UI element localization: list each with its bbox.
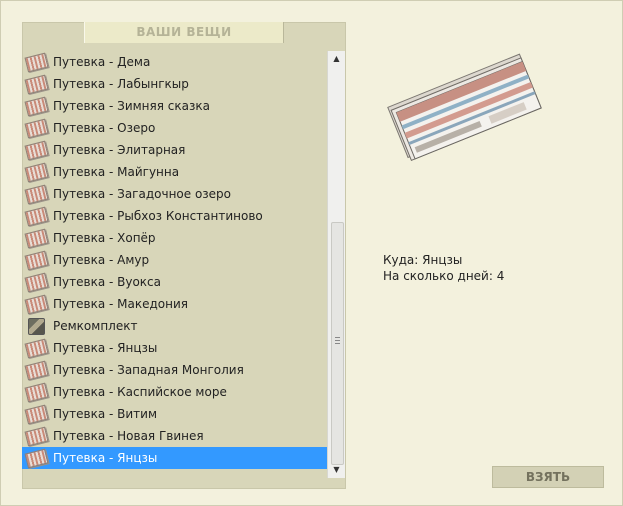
ticket-icon	[24, 96, 49, 117]
inventory-list: Путевка - Дема Путевка - Лабынгкыр Путевка…	[22, 51, 327, 471]
ticket-icon	[24, 250, 49, 271]
list-item-label: Ремкомплект	[53, 319, 138, 333]
ticket-icon	[24, 140, 49, 161]
list-item-label: Путевка - Янцзы	[53, 451, 158, 465]
list-item[interactable]: Путевка - Озеро	[22, 117, 327, 139]
ticket-icon	[24, 338, 49, 359]
list-item-label: Путевка - Озеро	[53, 121, 156, 135]
ticket-icon	[24, 294, 49, 315]
list-item-label: Путевка - Рыбхоз Константиново	[53, 209, 263, 223]
list-item[interactable]: Путевка - Майгунна	[22, 161, 327, 183]
ticket-icon	[24, 206, 49, 227]
list-item[interactable]: Ремкомплект	[22, 315, 327, 337]
list-item-label: Путевка - Македония	[53, 297, 188, 311]
list-item-label: Путевка - Загадочное озеро	[53, 187, 232, 201]
list-item[interactable]: Путевка - Новая Гвинея	[22, 425, 327, 447]
ticket-icon	[24, 162, 49, 183]
days-label: На сколько дней: 4	[383, 269, 505, 283]
list-item-label: Путевка - Майгунна	[53, 165, 180, 179]
ticket-icon	[24, 74, 49, 95]
list-item[interactable]: Путевка - Зимняя сказка	[22, 95, 327, 117]
list-item[interactable]: Путевка - Македония	[22, 293, 327, 315]
list-item[interactable]: Путевка - Витим	[22, 403, 327, 425]
list-item-label: Путевка - Витим	[53, 407, 158, 421]
list-item-label: Путевка - Зимняя сказка	[53, 99, 210, 113]
list-item[interactable]: Путевка - Янцзы	[22, 447, 327, 469]
list-item[interactable]: Путевка - Элитарная	[22, 139, 327, 161]
inventory-scrollbar[interactable]: ▲ ▼	[327, 51, 345, 478]
list-item-label: Путевка - Янцзы	[53, 341, 158, 355]
list-item[interactable]: Путевка - Хопёр	[22, 227, 327, 249]
list-item[interactable]: Путевка - Рыбхоз Константиново	[22, 205, 327, 227]
ticket-icon	[24, 426, 49, 447]
list-item[interactable]: Путевка - Дема	[22, 51, 327, 73]
list-item-label: Путевка - Вуокса	[53, 275, 162, 289]
destination-label: Куда: Янцзы	[383, 253, 463, 267]
list-item-label: Путевка - Западная Монголия	[53, 363, 244, 377]
ticket-bundle-image	[380, 43, 555, 166]
list-item-label: Путевка - Элитарная	[53, 143, 186, 157]
list-item[interactable]: Путевка - Лабынгкыр	[22, 73, 327, 95]
list-item[interactable]: Путевка - Янцзы	[22, 337, 327, 359]
scroll-down-arrow-icon[interactable]: ▼	[328, 462, 345, 478]
ticket-icon	[24, 52, 49, 73]
ticket-icon	[24, 228, 49, 249]
list-item[interactable]: Путевка - Каспийское море	[22, 381, 327, 403]
ticket-icon	[24, 448, 49, 469]
ticket-icon	[24, 382, 49, 403]
list-item-label: Путевка - Хопёр	[53, 231, 156, 245]
item-details: Куда: Янцзы На сколько дней: 4	[383, 252, 504, 284]
ticket-icon	[24, 184, 49, 205]
ticket-icon	[24, 118, 49, 139]
list-item[interactable]: Путевка - Загадочное озеро	[22, 183, 327, 205]
list-item-label: Путевка - Лабынгкыр	[53, 77, 189, 91]
ticket-icon	[24, 360, 49, 381]
repair-kit-icon	[26, 318, 47, 335]
grip-icon	[335, 337, 340, 346]
scroll-up-arrow-icon[interactable]: ▲	[328, 51, 345, 67]
inventory-header: ВАШИ ВЕЩИ	[84, 22, 284, 43]
list-item-label: Путевка - Каспийское море	[53, 385, 227, 399]
take-button[interactable]: ВЗЯТЬ	[492, 466, 604, 488]
ticket-icon	[24, 272, 49, 293]
list-item[interactable]: Путевка - Западная Монголия	[22, 359, 327, 381]
list-item[interactable]: Путевка - Амур	[22, 249, 327, 271]
list-item-label: Путевка - Амур	[53, 253, 150, 267]
scroll-thumb[interactable]	[331, 222, 344, 465]
list-item-label: Путевка - Новая Гвинея	[53, 429, 204, 443]
ticket-icon	[24, 404, 49, 425]
list-item[interactable]: Путевка - Вуокса	[22, 271, 327, 293]
list-item-label: Путевка - Дема	[53, 55, 151, 69]
